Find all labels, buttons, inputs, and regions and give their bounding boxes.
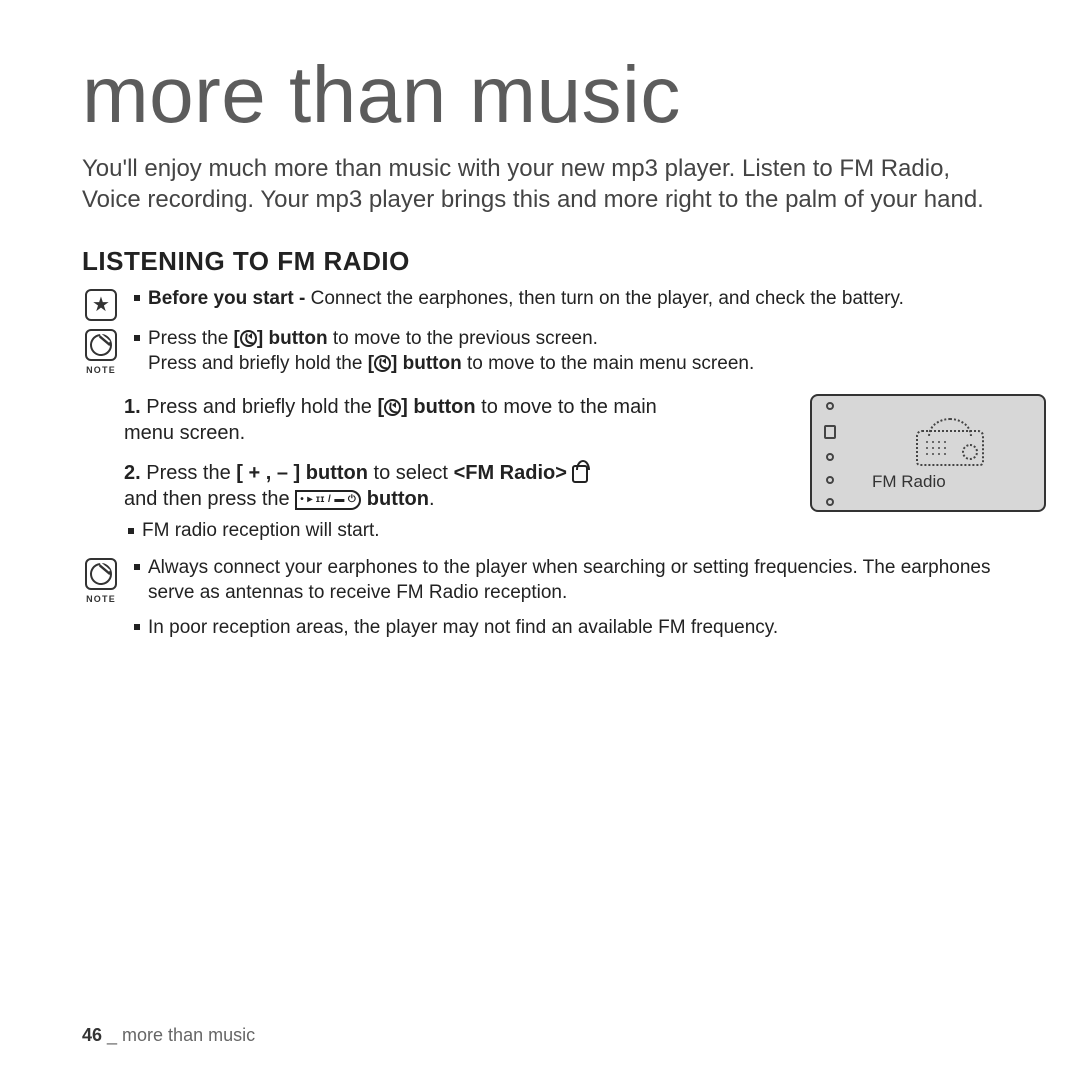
step-2: 2. Press the [ + , – ] button to select … xyxy=(124,460,684,542)
back-icon xyxy=(374,355,391,372)
before-you-start-body: Connect the earphones, then turn on the … xyxy=(311,288,904,309)
step2-sub: FM radio reception will start. xyxy=(124,520,684,542)
note-row-1: NOTE Press the [] button to move to the … xyxy=(82,327,998,378)
device-caption: FM Radio xyxy=(858,472,946,492)
footer-section: more than music xyxy=(122,1025,255,1045)
menu-dot xyxy=(826,476,834,484)
star-icon xyxy=(85,289,117,321)
menu-dot xyxy=(826,453,834,461)
intro-paragraph: You'll enjoy much more than music with y… xyxy=(82,154,998,215)
note-icon xyxy=(85,329,117,361)
chapter-title: more than music xyxy=(82,56,998,134)
page-number: 46 xyxy=(82,1025,102,1045)
before-you-start-text: Before you start - Connect the earphones… xyxy=(132,287,998,312)
radio-illustration xyxy=(910,416,984,466)
back-icon xyxy=(384,399,401,416)
device-screen-illustration: FM Radio xyxy=(810,394,1046,512)
menu-selection-icon xyxy=(824,425,836,439)
note-label-2: NOTE xyxy=(82,594,120,604)
play-power-button-icon xyxy=(295,490,361,510)
note-icon xyxy=(85,558,117,590)
menu-dot xyxy=(826,402,834,410)
steps-block: 1. Press and briefly hold the [] button … xyxy=(124,394,998,542)
page-footer: 46 _ more than music xyxy=(82,1025,255,1046)
note1-line1: Press the [] button to move to the previ… xyxy=(132,327,998,376)
note2-bullet-1: Always connect your earphones to the pla… xyxy=(132,556,998,605)
note2-bullet-2: In poor reception areas, the player may … xyxy=(132,616,998,641)
note-row-2: NOTE Always connect your earphones to th… xyxy=(82,556,998,642)
manual-page: more than music You'll enjoy much more t… xyxy=(0,0,1080,1080)
fm-radio-icon xyxy=(572,465,588,483)
before-you-start-row: Before you start - Connect the earphones… xyxy=(82,287,998,321)
note-label-1: NOTE xyxy=(82,365,120,375)
before-you-start-lead: Before you start - xyxy=(148,288,311,309)
menu-dot xyxy=(826,498,834,506)
back-icon xyxy=(240,330,257,347)
section-heading: LISTENING TO FM RADIO xyxy=(82,246,998,277)
step-1: 1. Press and briefly hold the [] button … xyxy=(124,394,684,446)
